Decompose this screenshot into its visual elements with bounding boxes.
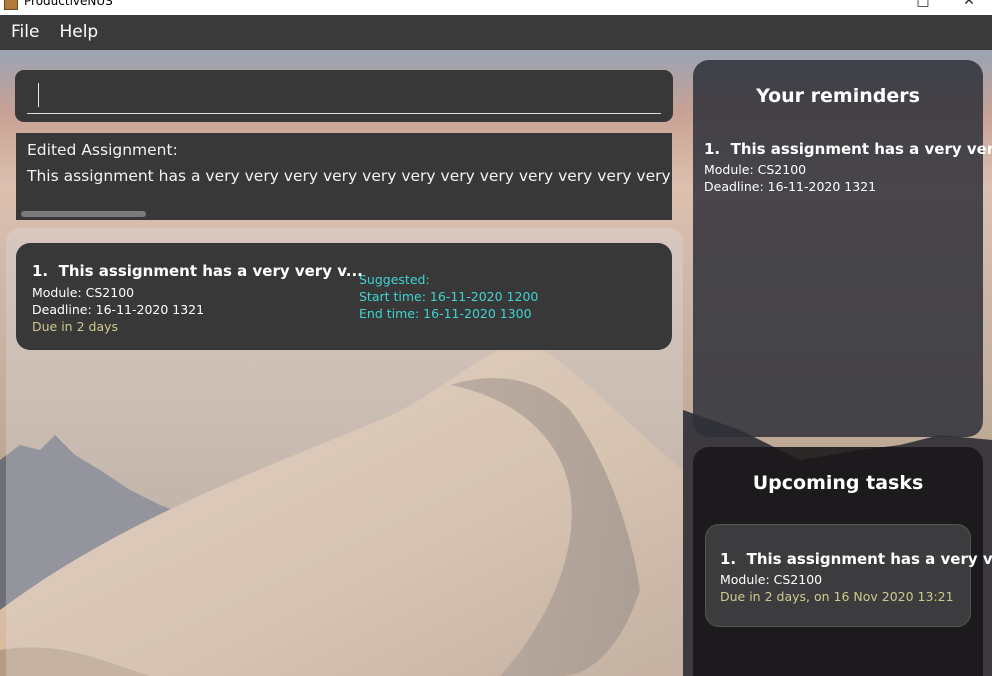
- result-display: Edited Assignment: This assignment has a…: [16, 133, 672, 220]
- task-title: 1. This assignment has a very very v...: [32, 262, 363, 280]
- upcoming-panel: Upcoming tasks 1. This assignment has a …: [693, 447, 992, 676]
- close-icon[interactable]: ✕: [954, 0, 984, 10]
- text-caret: [38, 83, 39, 107]
- maximize-icon[interactable]: □: [908, 0, 938, 10]
- reminder-module: Module: CS2100: [704, 162, 807, 177]
- horizontal-scrollbar[interactable]: [21, 211, 146, 217]
- task-card[interactable]: 1. This assignment has a very very v... …: [16, 243, 672, 350]
- task-index: 1.: [32, 262, 49, 280]
- upcoming-title-text: This assignment has a very v...: [746, 550, 992, 568]
- reminders-title: Your reminders: [756, 85, 920, 107]
- upcoming-title: Upcoming tasks: [752, 472, 924, 494]
- suggested-start: Start time: 16-11-2020 1200: [359, 289, 539, 304]
- task-module: Module: CS2100: [32, 285, 135, 300]
- command-box: [15, 70, 673, 122]
- task-due: Due in 2 days: [32, 319, 119, 334]
- menubar: File Help: [0, 15, 992, 50]
- upcoming-module: Module: CS2100: [720, 572, 823, 587]
- reminder-title-text: This assignment has a very very ...: [730, 140, 992, 158]
- task-title-text: This assignment has a very very v...: [58, 262, 363, 280]
- result-heading: Edited Assignment:: [27, 141, 178, 159]
- upcoming-task-title: 1. This assignment has a very v...: [720, 550, 992, 568]
- app-icon: [4, 0, 18, 10]
- suggested-end: End time: 16-11-2020 1300: [359, 306, 532, 321]
- window-title: ProductiveNUS: [24, 0, 113, 8]
- menu-file[interactable]: File: [0, 15, 48, 50]
- upcoming-index: 1.: [720, 550, 737, 568]
- reminder-title: 1. This assignment has a very very ...: [704, 140, 992, 158]
- reminders-panel: Your reminders 1. This assignment has a …: [693, 60, 992, 437]
- window-titlebar: ProductiveNUS □ ✕: [0, 0, 992, 15]
- upcoming-task-card[interactable]: 1. This assignment has a very v... Modul…: [705, 524, 992, 627]
- upcoming-due: Due in 2 days, on 16 Nov 2020 13:21: [720, 589, 954, 604]
- suggested-label: Suggested:: [359, 272, 430, 287]
- task-deadline: Deadline: 16-11-2020 1321: [32, 302, 205, 317]
- reminder-index: 1.: [704, 140, 721, 158]
- reminder-deadline: Deadline: 16-11-2020 1321: [704, 179, 877, 194]
- command-input[interactable]: [27, 78, 661, 114]
- menu-help[interactable]: Help: [48, 15, 107, 50]
- result-message: This assignment has a very very very ver…: [27, 167, 672, 185]
